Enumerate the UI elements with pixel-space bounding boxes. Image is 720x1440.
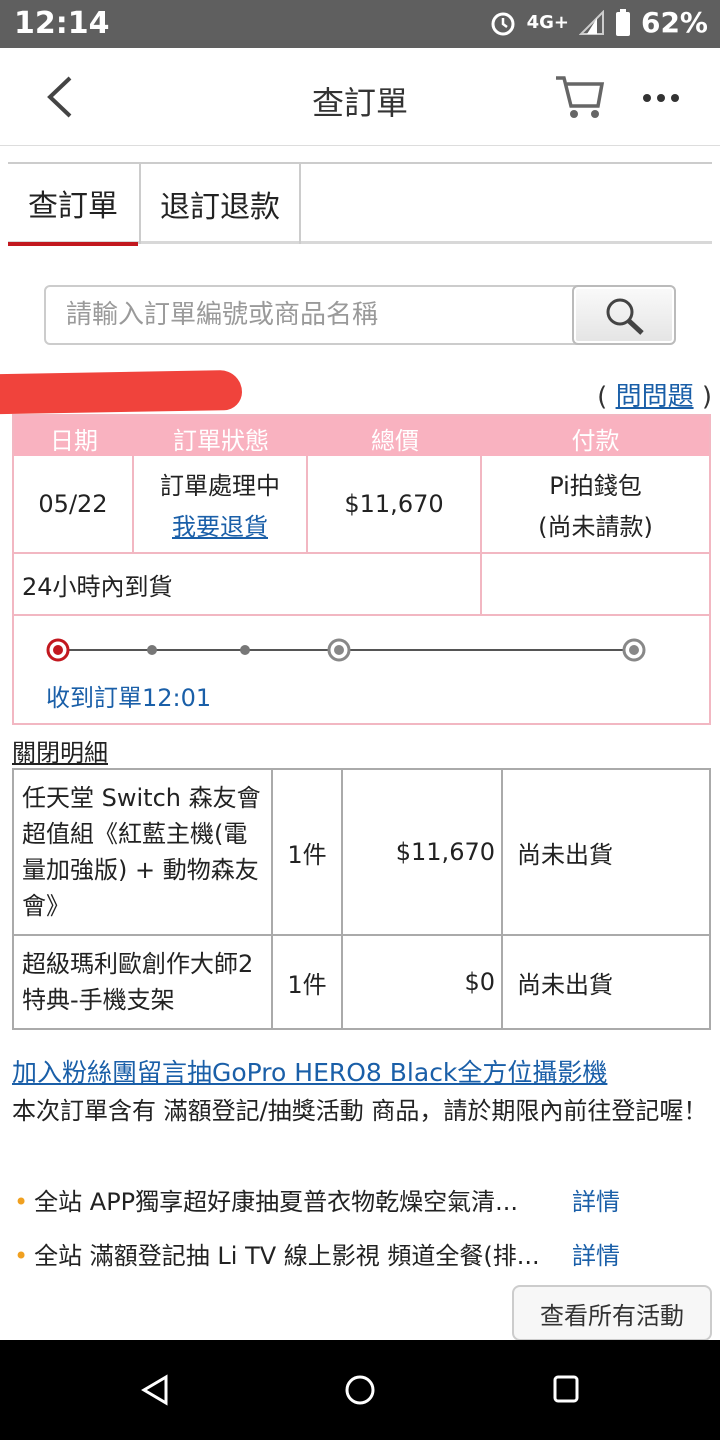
network-type: 4G+ xyxy=(526,12,569,33)
chevron-left-icon xyxy=(47,76,72,118)
item-qty: 1件 xyxy=(273,770,343,936)
promo-notice: 本次訂單含有 滿額登記/抽獎活動 商品，請於期限內前往登記喔！ xyxy=(12,1097,708,1125)
payment-method: Pi拍錢包 xyxy=(549,472,642,500)
header-status: 訂單狀態 xyxy=(173,427,269,455)
order-total: $11,670 xyxy=(308,456,482,554)
order-status: 訂單處理中 xyxy=(160,472,280,500)
app-bar: 查訂單 xyxy=(0,48,720,146)
request-refund-link[interactable]: 我要退貨 xyxy=(172,507,268,542)
ask-question-link[interactable]: 問問題 xyxy=(616,382,694,412)
help-link-container: ( 問問題 ) xyxy=(597,382,712,412)
system-nav-bar xyxy=(0,1340,720,1440)
order-date: 05/22 xyxy=(14,456,134,554)
battery-icon xyxy=(615,8,630,36)
alarm-icon xyxy=(491,12,515,35)
home-circle-icon[interactable] xyxy=(344,1374,376,1406)
search-bar xyxy=(44,285,676,345)
view-all-events-button[interactable]: 查看所有活動 xyxy=(512,1285,712,1341)
bullet-dot-icon: • xyxy=(14,1188,29,1216)
progress-track xyxy=(46,638,646,662)
item-name: 任天堂 Switch 森友會 超值組《紅藍主機(電量加強版) + 動物森友會》 xyxy=(14,770,273,936)
header-total: 總價 xyxy=(371,427,419,455)
back-triangle-icon[interactable] xyxy=(140,1374,170,1406)
event-detail-link[interactable]: 詳情 xyxy=(572,1236,620,1271)
bullet-dot-icon: • xyxy=(14,1242,29,1270)
delivery-info: 24小時內到貨 xyxy=(14,554,482,616)
item-qty: 1件 xyxy=(273,936,343,1028)
order-items-table: 任天堂 Switch 森友會 超值組《紅藍主機(電量加強版) + 動物森友會》 … xyxy=(12,768,711,1030)
tab-order-query[interactable]: 查訂單 xyxy=(8,164,138,246)
item-status: 尚未出貨 xyxy=(517,970,613,999)
more-dots-icon xyxy=(643,94,679,102)
progress-label: 收到訂單12:01 xyxy=(46,684,212,712)
search-button[interactable] xyxy=(572,285,676,345)
search-icon xyxy=(606,298,644,335)
item-price: $0 xyxy=(343,936,503,1028)
item-name: 超級瑪利歐創作大師2 特典-手機支架 xyxy=(14,936,273,1028)
close-detail-link[interactable]: 關閉明細 xyxy=(12,733,108,768)
more-options-button[interactable] xyxy=(638,78,684,118)
header-date: 日期 xyxy=(50,427,98,455)
page-title: 查訂單 xyxy=(311,84,408,122)
promo-link[interactable]: 加入粉絲團留言抽GoPro HERO8 Black全方位攝影機 xyxy=(12,1053,607,1089)
payment-status: (尚未請款) xyxy=(538,513,653,541)
order-summary: 日期 訂單狀態 總價 付款 05/22 訂單處理中 我要退貨 $11,670 P… xyxy=(12,414,711,725)
order-progress: 收到訂單12:01 xyxy=(14,616,709,722)
status-bar: 12:14 4G+ 62% xyxy=(0,0,720,48)
back-button[interactable] xyxy=(38,72,88,122)
battery-level: 62% xyxy=(640,6,708,39)
header-payment: 付款 xyxy=(571,427,620,455)
cart-icon xyxy=(556,76,605,118)
recents-square-icon[interactable] xyxy=(552,1374,580,1404)
event-detail-link[interactable]: 詳情 xyxy=(572,1182,620,1217)
tab-refund[interactable]: 退訂退款 xyxy=(139,164,301,244)
item-price: $11,670 xyxy=(343,770,503,936)
item-status: 尚未出貨 xyxy=(503,770,709,936)
redacted-order-number xyxy=(0,369,242,415)
cart-button[interactable] xyxy=(552,72,606,122)
delivery-empty-cell xyxy=(482,554,709,616)
signal-icon xyxy=(578,9,604,35)
order-status-cell: 訂單處理中 我要退貨 xyxy=(134,456,308,554)
tab-bar: 查訂單 退訂退款 xyxy=(8,162,712,246)
payment-cell: Pi拍錢包 (尚未請款) xyxy=(482,456,709,554)
event-item: • 全站 APP獨享超好康抽夏普衣物乾燥空氣清... xyxy=(14,1188,519,1216)
event-item: • 全站 滿額登記抽 Li TV 線上影視 頻道全餐(排... xyxy=(14,1242,540,1270)
status-time: 12:14 xyxy=(14,6,110,41)
search-input[interactable] xyxy=(44,285,578,345)
order-table-header: 日期 訂單狀態 總價 付款 xyxy=(14,416,709,456)
